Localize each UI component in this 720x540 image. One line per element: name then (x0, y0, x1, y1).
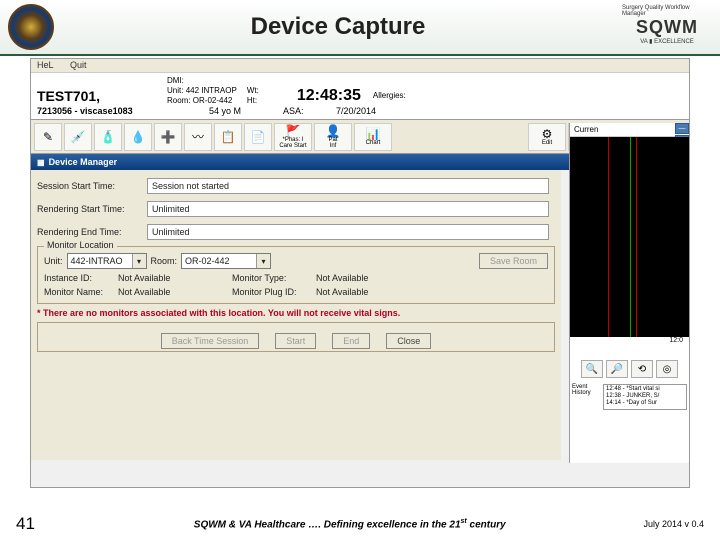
pencil-icon: ✎ (43, 130, 53, 144)
patient-name: TEST701, (37, 88, 167, 104)
minimize-icon[interactable]: — (675, 123, 689, 134)
toolbar-btn-1[interactable]: ✎ (34, 123, 62, 151)
room-label: Room: (151, 256, 178, 266)
monitor-plug-label: Monitor Plug ID: (232, 287, 312, 297)
menu-quit[interactable]: Quit (70, 60, 87, 70)
footer-text: SQWM & VA Healthcare …. Defining excelle… (56, 518, 643, 530)
note-icon: 📄 (251, 130, 266, 144)
drop-icon: 💧 (131, 130, 146, 144)
clip-icon: 📋 (221, 130, 236, 144)
monitor-name-label: Monitor Name: (44, 287, 114, 297)
footer-date: July 2014 v 0.4 (643, 519, 704, 529)
monitor-type-value: Not Available (316, 273, 368, 283)
button-fieldset: Back Time Session Start End Close (37, 322, 555, 352)
app-menu-bar: HeL Quit (31, 59, 689, 73)
toolbar-phase[interactable]: 🚩*Phas: ICare Start (274, 123, 312, 151)
history-label: History (572, 390, 600, 396)
toolbar-patient-info[interactable]: 👤PatInf (314, 123, 352, 151)
monitor-location-fieldset: Monitor Location Unit: 442-INTRAO Room: … (37, 246, 555, 304)
monitor-type-label: Monitor Type: (232, 273, 312, 283)
instance-id-value: Not Available (118, 273, 228, 283)
rendering-start-label: Rendering Start Time: (37, 204, 147, 214)
magnify-plus-icon: 🔍 (586, 364, 598, 375)
toolbar-btn-4[interactable]: 💧 (124, 123, 152, 151)
banner-date: 7/20/2014 (313, 106, 399, 116)
zoom-in-button[interactable]: 🔍 (581, 360, 603, 378)
page-number: 41 (16, 514, 56, 534)
flag-icon: 🚩 (286, 125, 301, 137)
end-button[interactable]: End (332, 333, 370, 349)
add-icon: ➕ (161, 130, 176, 144)
toolbar-edit[interactable]: ⚙Edit (528, 123, 566, 151)
instance-id-label: Instance ID: (44, 273, 114, 283)
toolbar-btn-7[interactable]: 📋 (214, 123, 242, 151)
session-start-field[interactable]: Session not started (147, 178, 549, 194)
toolbar-btn-3[interactable]: 🧴 (94, 123, 122, 151)
bars-icon: 📊 (366, 128, 381, 140)
unit-combo[interactable]: 442-INTRAO (67, 253, 147, 269)
toolbar-btn-6[interactable]: 〰 (184, 123, 212, 151)
zoom-fit-button[interactable]: ◎ (656, 360, 678, 378)
magnify-minus-icon: 🔎 (611, 364, 623, 375)
unit-label: Unit: (44, 256, 63, 266)
clock: 12:48:35 (297, 87, 361, 105)
no-monitors-warning: There are no monitors associated with th… (37, 308, 555, 318)
waveform-display[interactable] (570, 137, 689, 337)
toolbar-btn-5[interactable]: ➕ (154, 123, 182, 151)
save-room-button[interactable]: Save Room (479, 253, 548, 269)
allergies-label: Allergies: (373, 91, 406, 101)
room-combo[interactable]: OR-02-442 (181, 253, 271, 269)
event-history-list[interactable]: 12:48 - *Start vital si 12:38 - JUNKER, … (603, 384, 687, 410)
start-button[interactable]: Start (275, 333, 316, 349)
rendering-end-field[interactable]: Unlimited (147, 224, 549, 240)
person-icon: 👤 (326, 125, 341, 137)
bottle-icon: 🧴 (101, 130, 116, 144)
menu-help[interactable]: HeL (37, 60, 54, 70)
session-start-label: Session Start Time: (37, 181, 147, 191)
toolbar-btn-2[interactable]: 💉 (64, 123, 92, 151)
syringe-icon: 💉 (71, 130, 86, 144)
dmi-label: DMI: (167, 76, 683, 85)
time-axis-label: 12:0 (570, 337, 689, 344)
list-item: 14:14 - *Day of Sur (606, 400, 684, 407)
zoom-reset-button[interactable]: ⟲ (631, 360, 653, 378)
mouse-cursor-icon: ↖ (580, 215, 589, 228)
fit-icon: ◎ (663, 364, 672, 375)
va-seal-logo (8, 4, 54, 50)
monitor-name-value: Not Available (118, 287, 228, 297)
back-time-session-button[interactable]: Back Time Session (161, 333, 260, 349)
close-button[interactable]: Close (386, 333, 431, 349)
case-id: 7213056 - viscase1083 (37, 106, 167, 116)
list-item: 12:38 - JUNKER, S/ (606, 393, 684, 400)
application-window: HeL Quit DMI: TEST701, Unit: 442 INTRAOP… (30, 58, 690, 488)
waveform-pane: Curren — □ × 12:0 🔍 🔎 ⟲ ◎ Event History … (569, 123, 689, 463)
device-manager-dialog: Session Start Time: Session not started … (31, 170, 561, 460)
rendering-end-label: Rendering End Time: (37, 227, 147, 237)
patient-banner: DMI: TEST701, Unit: 442 INTRAOP Room: OR… (31, 73, 689, 120)
zoom-out-button[interactable]: 🔎 (606, 360, 628, 378)
monitor-plug-value: Not Available (316, 287, 368, 297)
patient-age: 54 yo M (167, 106, 283, 116)
toolbar-btn-8[interactable]: 📄 (244, 123, 272, 151)
slide-title: Device Capture (54, 13, 622, 41)
reset-icon: ⟲ (638, 364, 646, 375)
pulse-icon: 〰 (192, 128, 204, 145)
curren-label: Curren (570, 123, 689, 137)
gear-icon: ⚙ (542, 128, 553, 140)
slide-title-bar: Device Capture Surgery Quality Workflow … (0, 0, 720, 56)
list-item: 12:48 - *Start vital si (606, 386, 684, 393)
sqwm-logo: Surgery Quality Workflow Manager SQWM VA… (622, 5, 712, 49)
slide-footer: 41 SQWM & VA Healthcare …. Defining exce… (0, 514, 720, 534)
rendering-start-field[interactable]: Unlimited (147, 201, 549, 217)
toolbar-chart[interactable]: 📊Chart (354, 123, 392, 151)
